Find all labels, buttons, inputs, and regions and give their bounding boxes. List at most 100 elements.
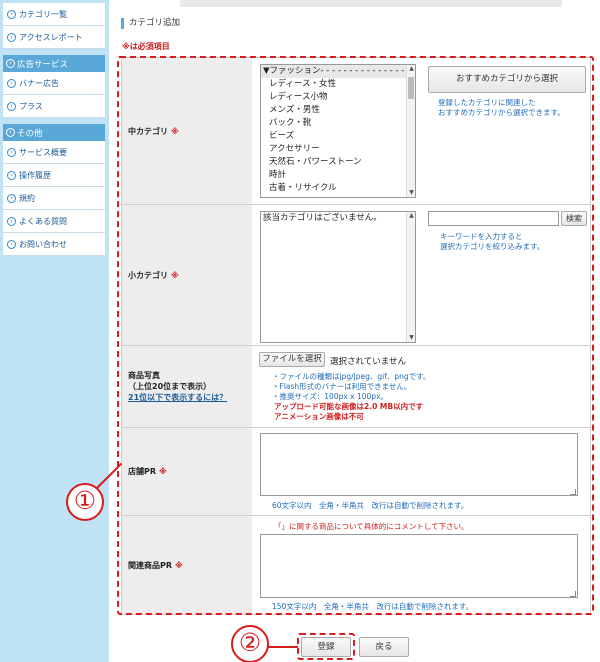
field-cell: 「」に関する商品について具体的にコメントして下さい。 150文字以内 全角・半角… bbox=[252, 516, 590, 614]
scroll-down-icon[interactable]: ▼ bbox=[407, 189, 415, 197]
listbox-scrollbar[interactable]: ▲ ▼ bbox=[406, 65, 415, 197]
listbox-scrollbar[interactable]: ▲ ▼ bbox=[406, 212, 415, 342]
shop-pr-hint: 60文字以内 全角・半角共 改行は自動で削除されます。 bbox=[272, 501, 469, 510]
list-option[interactable]: 天然石・パワーストーン bbox=[261, 156, 415, 169]
note-line: ・ファイルの種類はjpg/jpeg、gif、pngです。 bbox=[272, 372, 431, 381]
keyword-hint: キーワードを入力すると 選択カテゴリを絞り込みます。 bbox=[440, 232, 544, 252]
resize-handle-icon[interactable] bbox=[570, 591, 576, 597]
related-pr-textarea[interactable] bbox=[260, 534, 578, 598]
arrow-right-icon: › bbox=[7, 32, 16, 42]
callout-leader-line bbox=[266, 646, 298, 648]
sidebar-item-terms[interactable]: › 規約 bbox=[3, 187, 105, 210]
arrow-right-icon: › bbox=[7, 147, 16, 157]
arrow-right-icon: › bbox=[7, 216, 16, 226]
hint-line: キーワードを入力すると bbox=[440, 232, 523, 241]
field-label-shop-pr: 店舗PR ※ bbox=[122, 428, 252, 515]
hint-line: おすすめカテゴリから選択できます。 bbox=[438, 108, 565, 117]
hint-line: 登録したカテゴリに関連した bbox=[438, 98, 536, 107]
hint-line: 選択カテゴリを絞り込みます。 bbox=[440, 242, 545, 251]
photo-notes: ・ファイルの種類はjpg/jpeg、gif、pngです。 ・Flash形式のバナ… bbox=[272, 372, 430, 422]
sidebar-item-label: サービス概要 bbox=[19, 147, 67, 157]
scroll-up-icon[interactable]: ▲ bbox=[407, 212, 415, 220]
sidebar-item-label: アクセスレポート bbox=[19, 32, 83, 42]
keyword-input[interactable] bbox=[428, 211, 559, 226]
form-row-related-pr: 関連商品PR ※ 「」に関する商品について具体的にコメントして下さい。 150文… bbox=[122, 516, 590, 614]
choose-file-button[interactable]: ファイルを選択 bbox=[259, 352, 325, 367]
back-button[interactable]: 戻る bbox=[359, 637, 409, 657]
form-row-main-category: 中カテゴリ ※ ▼ファッション- - - - - - - - - - - - -… bbox=[122, 58, 590, 205]
list-option[interactable]: 時計 bbox=[261, 169, 415, 182]
list-option[interactable]: ▼ファッション- - - - - - - - - - - - - - - - -… bbox=[261, 65, 415, 78]
sidebar-section-ad-services: › 広告サービス bbox=[3, 55, 105, 72]
field-label-sub-category: 小カテゴリ ※ bbox=[122, 205, 252, 345]
required-note: ※は必須項目 bbox=[122, 42, 170, 51]
arrow-right-icon: › bbox=[6, 128, 15, 137]
arrow-right-icon: › bbox=[6, 59, 15, 68]
note-line: ・推奨サイズ：100px x 100px。 bbox=[272, 392, 389, 401]
field-cell: ファイルを選択 選択されていません ・ファイルの種類はjpg/jpeg、gif、… bbox=[252, 346, 590, 427]
list-option[interactable]: ビーズ bbox=[261, 130, 415, 143]
sidebar-item-label: プラス bbox=[19, 101, 43, 111]
scroll-thumb[interactable] bbox=[408, 77, 414, 99]
arrow-right-icon: › bbox=[7, 193, 16, 203]
warning-line: アップロード可能な画像は2.0 MB以内です bbox=[274, 402, 424, 411]
sidebar-item-faq[interactable]: › よくある質問 bbox=[3, 210, 105, 233]
recommend-category-button[interactable]: おすすめカテゴリから選択 bbox=[428, 66, 586, 93]
sidebar-item-label: カテゴリ一覧 bbox=[19, 9, 67, 19]
sidebar: › カテゴリ一覧 › アクセスレポート › 広告サービス › バナー広告 › プ… bbox=[0, 0, 109, 662]
sidebar-item-label: 操作履歴 bbox=[19, 170, 51, 180]
related-pr-note: 「」に関する商品について具体的にコメントして下さい。 bbox=[274, 522, 469, 531]
sidebar-item-label: よくある質問 bbox=[19, 216, 67, 226]
field-label-main-category: 中カテゴリ ※ bbox=[122, 58, 252, 204]
required-mark: ※ bbox=[171, 126, 179, 136]
shop-pr-textarea[interactable] bbox=[260, 433, 578, 496]
list-option[interactable]: メンズ・男性 bbox=[261, 104, 415, 117]
list-option[interactable]: バック・靴 bbox=[261, 117, 415, 130]
sidebar-item-service-overview[interactable]: › サービス概要 bbox=[3, 141, 105, 164]
required-mark: ※ bbox=[175, 560, 183, 570]
empty-message: 該当カテゴリはございません。 bbox=[263, 213, 382, 223]
ranking-help-link[interactable]: 21位以下で表示するには？ bbox=[128, 392, 227, 403]
label-text: 中カテゴリ bbox=[128, 126, 168, 136]
page-title: カテゴリ追加 bbox=[121, 18, 180, 29]
resize-handle-icon[interactable] bbox=[570, 489, 576, 495]
list-option[interactable]: レディース小物 bbox=[261, 91, 415, 104]
scroll-down-icon[interactable]: ▼ bbox=[407, 334, 415, 342]
search-button[interactable]: 検索 bbox=[561, 211, 587, 226]
recommend-hint: 登録したカテゴリに関連した おすすめカテゴリから選択できます。 bbox=[438, 98, 565, 118]
sidebar-nav-top: › カテゴリ一覧 › アクセスレポート › 広告サービス › バナー広告 › プ… bbox=[3, 3, 105, 256]
callout-number-2: ② bbox=[231, 625, 269, 662]
related-pr-hint: 150文字以内 全角・半角共 改行は自動で削除されます。 bbox=[272, 602, 474, 611]
top-bar bbox=[180, 0, 562, 7]
section-title: その他 bbox=[17, 128, 43, 139]
arrow-right-icon: › bbox=[7, 170, 16, 180]
required-mark: ※ bbox=[171, 270, 179, 280]
note-line: ・Flash形式のバナーは利用できません。 bbox=[272, 382, 412, 391]
sidebar-item-operation-history[interactable]: › 操作履歴 bbox=[3, 164, 105, 187]
label-text: 関連商品PR bbox=[128, 560, 173, 570]
field-cell: ▼ファッション- - - - - - - - - - - - - - - - -… bbox=[252, 58, 590, 204]
section-title: 広告サービス bbox=[17, 59, 69, 70]
list-option[interactable]: 古着・リサイクル bbox=[261, 182, 415, 195]
sidebar-item-label: バナー広告 bbox=[19, 78, 59, 88]
sidebar-item-contact[interactable]: › お問い合わせ bbox=[3, 233, 105, 256]
arrow-right-icon: › bbox=[7, 101, 16, 111]
warning-line: アニメーション画像は不可 bbox=[274, 412, 364, 421]
scroll-up-icon[interactable]: ▲ bbox=[407, 65, 415, 73]
sidebar-item-banner-ad[interactable]: › バナー広告 bbox=[3, 72, 105, 95]
main-category-listbox[interactable]: ▼ファッション- - - - - - - - - - - - - - - - -… bbox=[260, 64, 416, 198]
label-text: 小カテゴリ bbox=[128, 270, 168, 280]
sub-category-listbox[interactable]: 該当カテゴリはございません。 ▲ ▼ bbox=[260, 211, 416, 343]
category-form: 中カテゴリ ※ ▼ファッション- - - - - - - - - - - - -… bbox=[121, 57, 591, 615]
field-label-product-photo: 商品写真 （上位20位まで表示） 21位以下で表示するには？ bbox=[122, 346, 252, 427]
form-row-shop-pr: 店舗PR ※ 60文字以内 全角・半角共 改行は自動で削除されます。 bbox=[122, 428, 590, 516]
sidebar-item-access-report[interactable]: › アクセスレポート bbox=[3, 26, 105, 49]
sidebar-item-plus[interactable]: › プラス bbox=[3, 95, 105, 118]
sidebar-item-category-list[interactable]: › カテゴリ一覧 bbox=[3, 3, 105, 26]
arrow-right-icon: › bbox=[7, 9, 16, 19]
list-option[interactable]: レディース・女性 bbox=[261, 78, 415, 91]
label-subtext: （上位20位まで表示） bbox=[128, 382, 212, 391]
list-option[interactable]: アクセサリー bbox=[261, 143, 415, 156]
register-button[interactable]: 登録 bbox=[301, 637, 351, 657]
callout-number-1: ① bbox=[66, 483, 104, 521]
